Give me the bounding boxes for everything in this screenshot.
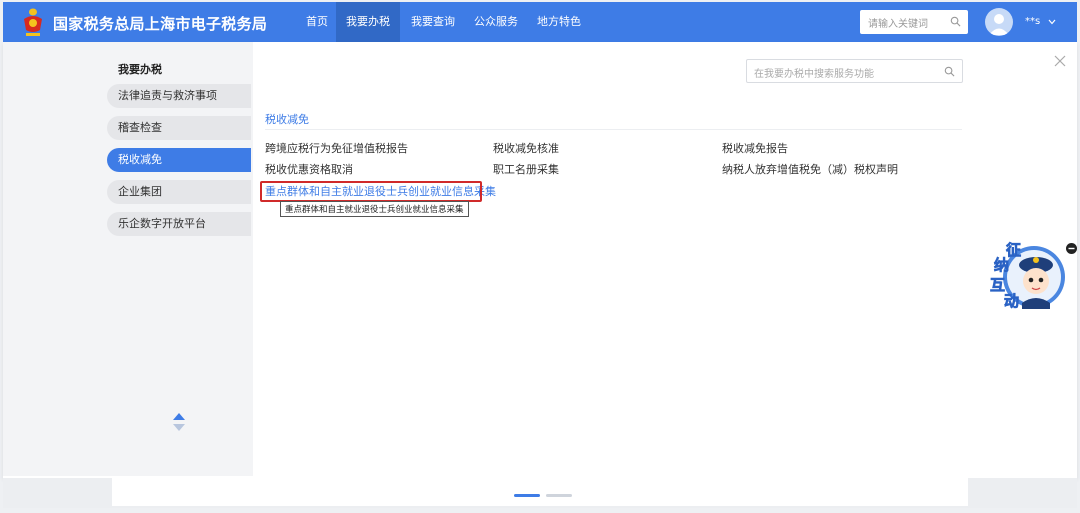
sidebar-item-enterprise-group[interactable]: 企业集团 xyxy=(107,180,251,204)
highlight-box xyxy=(260,181,482,202)
pager-dot-active[interactable] xyxy=(514,494,540,497)
minimize-icon[interactable] xyxy=(1066,243,1077,254)
username[interactable]: **s xyxy=(1025,16,1040,27)
category-divider xyxy=(265,129,962,130)
header-search-input[interactable]: 请输入关键词 xyxy=(860,10,968,34)
service-link-cross-border-vat-exemption[interactable]: 跨境应税行为免征增值税报告 xyxy=(265,140,408,156)
service-link-tax-relief-report[interactable]: 税收减免报告 xyxy=(722,140,788,156)
category-sidebar: 我要办税 法律追责与救济事项 稽查检查 税收减免 企业集团 乐企数字开放平台 xyxy=(3,42,253,476)
category-heading: 税收减免 xyxy=(265,113,309,126)
sidebar-item-inspection[interactable]: 稽查检查 xyxy=(107,116,251,140)
site-title[interactable]: 国家税务总局上海市电子税务局 xyxy=(53,13,267,34)
close-icon[interactable] xyxy=(1054,55,1066,67)
mascot-char-3: 动 xyxy=(1004,292,1019,310)
bottom-card xyxy=(112,478,968,506)
search-icon[interactable] xyxy=(944,66,955,77)
mascot-char-2: 互 xyxy=(990,276,1005,294)
service-tooltip: 重点群体和自主就业退役士兵创业就业信息采集 xyxy=(280,201,469,217)
service-content-area: 在我要办税中搜索服务功能 税收减免 跨境应税行为免征增值税报告 税收减免核准 税… xyxy=(253,42,1077,476)
service-link-preferential-qualification-cancel[interactable]: 税收优惠资格取消 xyxy=(265,161,353,177)
tax-handling-panel: 我要办税 法律追责与救济事项 稽查检查 税收减免 企业集团 乐企数字开放平台 在… xyxy=(3,42,1077,478)
tax-emblem-logo[interactable] xyxy=(21,7,45,37)
user-icon xyxy=(989,14,1009,35)
nav-query[interactable]: 我要查询 xyxy=(403,2,463,42)
service-link-employee-roster[interactable]: 职工名册采集 xyxy=(493,161,559,177)
service-link-tax-relief-approval[interactable]: 税收减免核准 xyxy=(493,140,559,156)
pager-dot[interactable] xyxy=(546,494,572,497)
nav-local-features[interactable]: 地方特色 xyxy=(529,2,589,42)
sidebar-item-legal-remedy[interactable]: 法律追责与救济事项 xyxy=(107,84,251,108)
nav-home[interactable]: 首页 xyxy=(296,2,338,42)
service-search-input[interactable]: 在我要办税中搜索服务功能 xyxy=(746,59,963,83)
header-search-placeholder: 请输入关键词 xyxy=(868,19,928,30)
sidebar-item-tax-relief[interactable]: 税收减免 xyxy=(107,148,251,172)
chevron-down-icon[interactable] xyxy=(1048,19,1056,25)
top-header: 国家税务总局上海市电子税务局 首页 我要办税 我要查询 公众服务 地方特色 请输… xyxy=(3,2,1077,42)
mascot-char-0: 纳 xyxy=(994,256,1009,274)
tax-interaction-mascot[interactable]: 征 纳 互 动 xyxy=(984,237,1066,312)
service-search-placeholder: 在我要办税中搜索服务功能 xyxy=(754,69,874,80)
service-link-waive-vat-exemption[interactable]: 纳税人放弃增值税免（减）税权声明 xyxy=(722,161,898,177)
scroll-arrows-icon[interactable] xyxy=(171,411,187,435)
nav-public-service[interactable]: 公众服务 xyxy=(466,2,526,42)
sidebar-item-leqi-open-platform[interactable]: 乐企数字开放平台 xyxy=(107,212,251,236)
user-avatar[interactable] xyxy=(985,8,1013,36)
sidebar-title: 我要办税 xyxy=(118,63,162,76)
nav-tax-handling[interactable]: 我要办税 xyxy=(336,2,400,42)
search-icon[interactable] xyxy=(950,16,961,27)
